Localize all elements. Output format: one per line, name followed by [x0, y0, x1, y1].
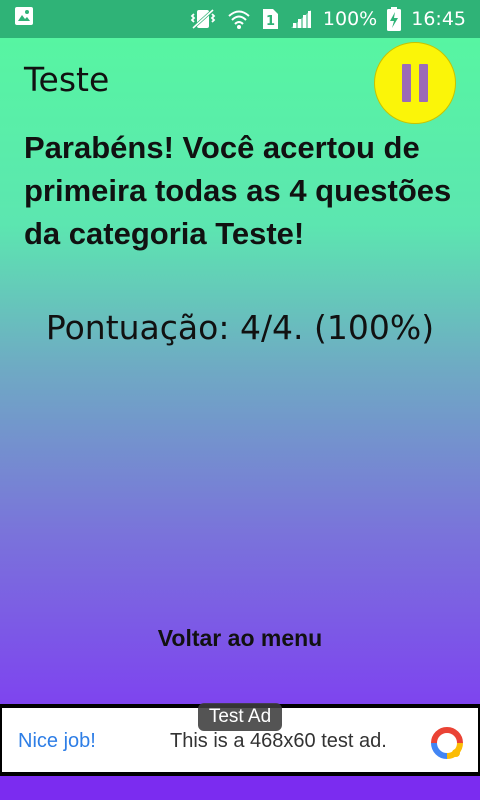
- image-icon: [14, 6, 34, 32]
- sim-icon: 1: [261, 8, 279, 30]
- pause-button[interactable]: [374, 42, 456, 124]
- score-text: Pontuação: 4/4. (100%): [45, 308, 435, 347]
- ad-choices-icon[interactable]: [430, 726, 464, 765]
- congratulations-message: Parabéns! Você acertou de primeira todas…: [24, 130, 452, 251]
- status-bar: 1 100% 16:45: [0, 0, 480, 38]
- wifi-icon: [227, 8, 251, 30]
- clock: 16:45: [411, 8, 466, 30]
- quiz-result-screen: Teste Parabéns! Você acertou de primeira…: [0, 38, 480, 704]
- vibrate-icon: [189, 8, 217, 30]
- battery-percent: 100%: [322, 8, 378, 30]
- signal-icon: [289, 8, 313, 30]
- pause-icon: [402, 64, 411, 102]
- ad-headline[interactable]: Nice job!: [18, 730, 96, 753]
- status-right: 1 100% 16:45: [189, 7, 466, 31]
- test-ad-label: Test Ad: [198, 703, 282, 731]
- bottom-strip: [0, 776, 480, 800]
- ad-body[interactable]: This is a 468x60 test ad.: [170, 730, 387, 753]
- category-title: Teste: [24, 60, 110, 99]
- sim-slot-number: 1: [266, 14, 275, 29]
- back-to-menu-button[interactable]: Voltar ao menu: [120, 616, 360, 660]
- pause-icon-bar: [419, 64, 428, 102]
- battery-charging-icon: [387, 7, 402, 31]
- status-left: [14, 6, 34, 32]
